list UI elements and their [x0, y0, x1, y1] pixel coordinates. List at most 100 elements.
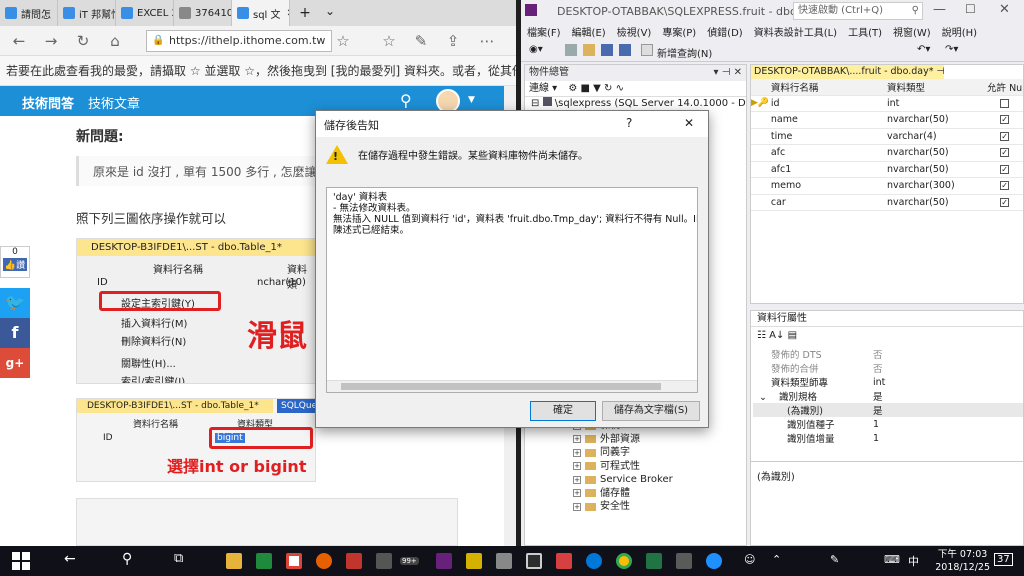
app-icon[interactable]	[556, 553, 572, 569]
property-pages-icon[interactable]: ▤	[788, 330, 797, 341]
property-row[interactable]: 資料類型師專 int	[753, 375, 1023, 390]
keyboard-icon[interactable]: ⌨	[884, 553, 900, 566]
menu-edit[interactable]: 編輯(E)	[572, 24, 606, 39]
column-name-cell[interactable]: time	[771, 131, 887, 142]
browser-tab[interactable]: 376410C	[174, 0, 232, 26]
horizontal-scrollbar[interactable]	[327, 380, 697, 392]
allow-null-cell[interactable]: ✓	[986, 181, 1023, 191]
task-view-icon[interactable]: ⧉	[174, 551, 183, 566]
error-details[interactable]: 'day' 資料表 - 無法修改資料表。 無法插入 NULL 值到資料行 'id…	[326, 187, 698, 393]
app-icon[interactable]	[496, 553, 512, 569]
property-value[interactable]: 否	[869, 361, 883, 375]
chevron-down-icon[interactable]: ▼	[468, 95, 475, 105]
pin-icon[interactable]: ⊣	[937, 66, 944, 77]
new-query-icon[interactable]	[641, 44, 653, 56]
open-icon[interactable]	[583, 44, 595, 56]
like-button[interactable]: 👍讚	[3, 258, 27, 271]
back-icon[interactable]: ←	[10, 32, 28, 50]
menu-view[interactable]: 檢視(V)	[617, 24, 652, 39]
tree-node[interactable]: + 外部資源	[573, 433, 743, 447]
favorites-hub-icon[interactable]: ☆	[380, 32, 398, 50]
allow-null-checkbox[interactable]	[1000, 98, 1010, 108]
property-row[interactable]: 識別值增量 1	[753, 431, 1023, 446]
tree-node[interactable]: + 同義字	[573, 446, 743, 460]
app-icon[interactable]	[526, 553, 542, 569]
app-icon[interactable]	[346, 553, 362, 569]
column-name-cell[interactable]: id	[771, 98, 887, 109]
browser-tab-active[interactable]: sql 文✕	[232, 0, 290, 26]
help-button[interactable]: ?	[626, 116, 632, 130]
app-icon[interactable]	[676, 553, 692, 569]
browser-tab[interactable]: 請問怎	[0, 0, 58, 26]
data-type-cell[interactable]: nvarchar(300)	[887, 180, 986, 191]
chrome-icon[interactable]	[286, 553, 302, 569]
ssms-icon[interactable]	[466, 553, 482, 569]
save-all-icon[interactable]	[619, 44, 631, 56]
data-type-cell[interactable]: nvarchar(50)	[887, 147, 986, 158]
new-tab-button[interactable]: +	[290, 0, 320, 26]
expander-icon[interactable]: ⌄	[759, 392, 767, 403]
table-row[interactable]: afc nvarchar(50) ✓	[751, 145, 1023, 162]
table-row[interactable]: afc1 nvarchar(50) ✓	[751, 162, 1023, 178]
property-row[interactable]: 發佈的 DTS 否	[753, 347, 1023, 361]
favorite-star-icon[interactable]: ☆	[334, 32, 352, 50]
menu-table-designer[interactable]: 資料表設計工具(L)	[754, 24, 837, 39]
data-type-cell[interactable]: int	[887, 98, 986, 109]
tree-node[interactable]: + 可程式性	[573, 460, 743, 474]
property-row[interactable]: ⌄ 識別規格 是	[753, 389, 1023, 403]
save-icon[interactable]	[601, 44, 613, 56]
property-value[interactable]: 否	[869, 347, 883, 361]
search-icon[interactable]: ⚲	[122, 551, 132, 567]
menu-project[interactable]: 專案(P)	[662, 24, 696, 39]
table-row[interactable]: name nvarchar(50) ✓	[751, 112, 1023, 129]
connect-button[interactable]: 連線 ▾	[529, 83, 557, 94]
twitter-icon[interactable]: 🐦	[0, 288, 30, 318]
alphabetical-icon[interactable]: A↓	[769, 330, 784, 341]
language-icon[interactable]: 中	[908, 553, 919, 569]
browser-tab[interactable]: iT 邦幫忙	[58, 0, 116, 26]
allow-null-checkbox[interactable]: ✓	[1000, 164, 1010, 174]
allow-null-cell[interactable]: ✓	[986, 131, 1023, 141]
app-icon[interactable]	[256, 553, 272, 569]
property-value[interactable]: 是	[869, 403, 883, 417]
close-button[interactable]: ✕	[684, 116, 694, 130]
firefox-icon[interactable]	[316, 553, 332, 569]
forward-icon[interactable]: →	[42, 32, 60, 50]
categorized-icon[interactable]: ☷	[757, 330, 766, 341]
pin-icon[interactable]: ▾ ⊣ ✕	[714, 65, 742, 81]
server-node[interactable]: ⊟ \sqlexpress (SQL Server 14.0.1000 - DE…	[525, 97, 746, 111]
menu-window[interactable]: 視窗(W)	[893, 24, 931, 39]
close-icon[interactable]: ✕	[999, 2, 1010, 17]
table-row[interactable]: memo nvarchar(300) ✓	[751, 178, 1023, 195]
property-value[interactable]: 1	[869, 419, 879, 430]
allow-null-cell[interactable]: ✓	[986, 197, 1023, 207]
facebook-icon[interactable]: f	[0, 318, 30, 348]
share-icon[interactable]: ⇪	[444, 32, 462, 50]
ie-icon[interactable]	[706, 553, 722, 569]
excel-icon[interactable]	[646, 553, 662, 569]
nav-qa[interactable]: 技術問答	[22, 93, 74, 112]
property-row[interactable]: (為識別) 是	[753, 403, 1023, 417]
filter-icon[interactable]: ⚙ ■ ▼ ↻ ∿	[568, 83, 624, 94]
properties-tab[interactable]: 資料行屬性	[751, 311, 1023, 327]
clock[interactable]: 下午 07:03 2018/12/25	[935, 548, 990, 574]
allow-null-cell[interactable]	[986, 98, 1023, 108]
menu-file[interactable]: 檔案(F)	[527, 24, 561, 39]
home-icon[interactable]: ⌂	[106, 32, 124, 50]
tab-list-button[interactable]: ⌄	[320, 0, 340, 26]
table-row[interactable]: ▶🔑 id int	[751, 96, 1023, 112]
redo-icon[interactable]: ↷▾	[945, 44, 958, 55]
people-icon[interactable]: ☺	[744, 553, 755, 566]
pen-icon[interactable]: ✎	[830, 553, 839, 566]
column-name-cell[interactable]: afc	[771, 147, 887, 158]
network-icon[interactable]: ⌃	[772, 553, 781, 566]
allow-null-checkbox[interactable]: ✓	[1000, 197, 1010, 207]
ok-button[interactable]: 確定	[530, 401, 596, 421]
action-center-icon[interactable]: 37	[994, 553, 1013, 566]
tree-node[interactable]: + 儲存體	[573, 487, 743, 501]
minimize-icon[interactable]: —	[933, 2, 946, 17]
data-type-cell[interactable]: nvarchar(50)	[887, 164, 986, 175]
menu-help[interactable]: 說明(H)	[942, 24, 977, 39]
table-row[interactable]: time varchar(4) ✓	[751, 129, 1023, 145]
tree-node[interactable]: + 安全性	[573, 500, 743, 514]
